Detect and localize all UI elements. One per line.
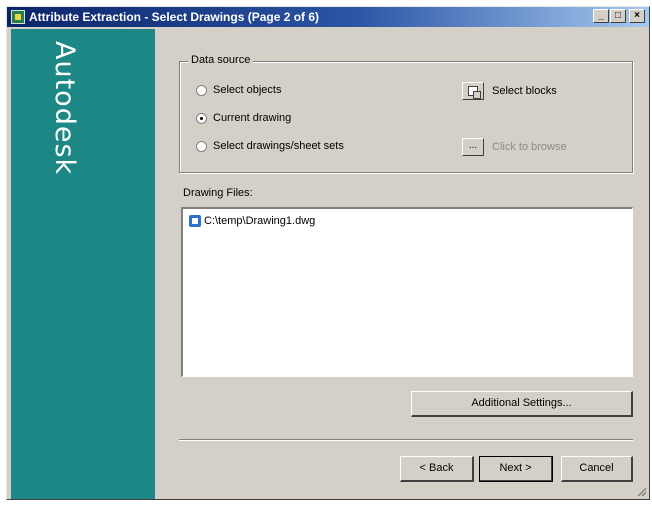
window-title: Attribute Extraction - Select Drawings (… <box>29 10 320 24</box>
attribute-extraction-dialog: Attribute Extraction - Select Drawings (… <box>6 6 650 500</box>
additional-settings-button[interactable]: Additional Settings... <box>411 391 633 417</box>
back-button[interactable]: < Back <box>400 456 474 482</box>
list-item[interactable]: C:\temp\Drawing1.dwg <box>189 215 316 228</box>
data-source-group: Data source Select objects Current drawi… <box>179 54 633 173</box>
drawing-files-label: Drawing Files: <box>183 187 253 199</box>
title-bar[interactable]: Attribute Extraction - Select Drawings (… <box>7 7 649 27</box>
radio-button[interactable] <box>196 85 207 96</box>
select-blocks-icon <box>468 86 481 99</box>
browse-button[interactable]: ... <box>462 138 484 156</box>
file-path: C:\temp\Drawing1.dwg <box>204 215 316 227</box>
data-source-legend: Data source <box>188 54 254 66</box>
cancel-button[interactable]: Cancel <box>561 456 633 482</box>
autodesk-logo: Autodesk <box>49 41 80 176</box>
click-to-browse-label: Click to browse <box>492 141 567 153</box>
app-icon <box>11 10 25 24</box>
separator <box>179 439 633 441</box>
drawing-file-icon <box>189 215 201 228</box>
drawing-files-list[interactable]: C:\temp\Drawing1.dwg <box>181 207 633 377</box>
maximize-button[interactable]: □ <box>610 9 626 23</box>
radio-button[interactable] <box>196 141 207 152</box>
next-button[interactable]: Next > <box>479 456 553 482</box>
radio-label: Current drawing <box>213 112 292 124</box>
radio-label: Select drawings/sheet sets <box>213 140 344 152</box>
select-blocks-label: Select blocks <box>492 85 557 97</box>
resize-grip[interactable] <box>636 486 646 496</box>
radio-button[interactable] <box>196 113 207 124</box>
close-button[interactable]: × <box>629 9 645 23</box>
autodesk-sidebar: Autodesk <box>11 29 155 499</box>
minimize-button[interactable]: _ <box>593 9 609 23</box>
select-blocks-button[interactable] <box>462 82 484 100</box>
radio-label: Select objects <box>213 84 282 96</box>
